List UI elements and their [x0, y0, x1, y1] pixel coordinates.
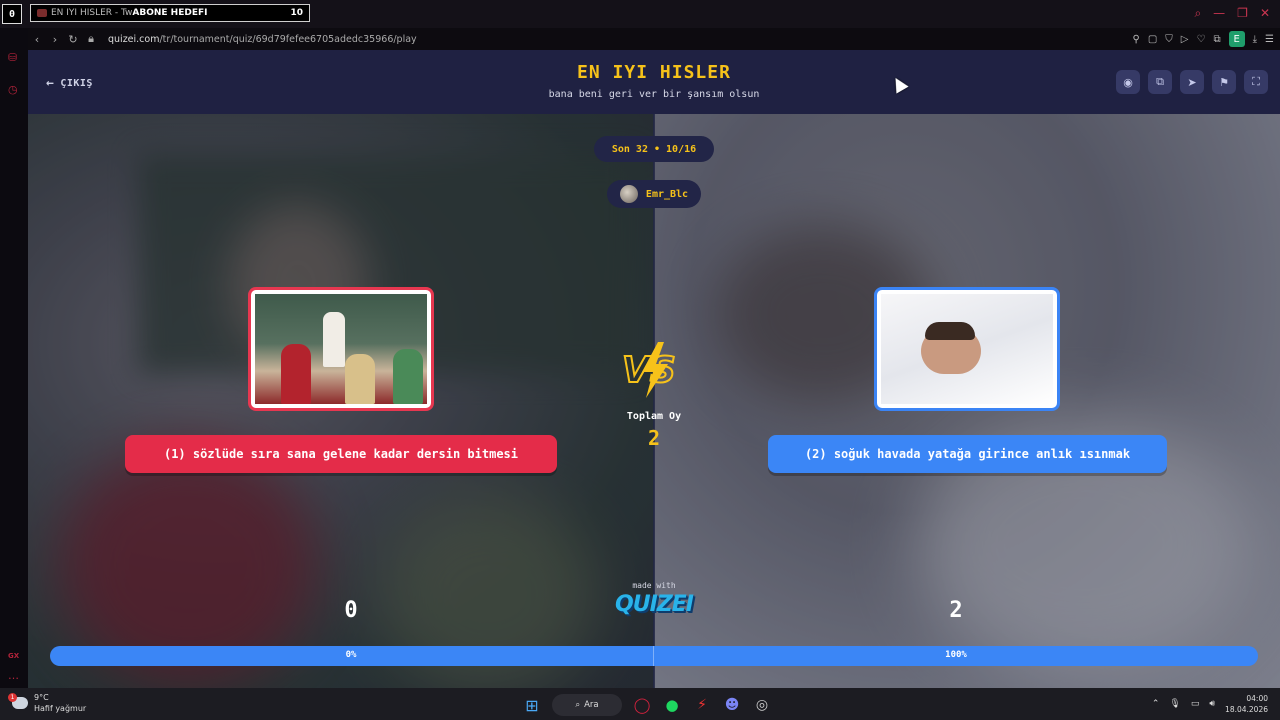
address-bar-actions: ⚲ ▢ ⛉ ▷ ♡ ⧉ E ⤓ ☰ [1133, 31, 1274, 47]
windows-start-icon[interactable]: ⊞ [522, 695, 542, 715]
clock-time: 04:00 [1246, 694, 1268, 703]
lock-icon: 🔒︎ [88, 32, 94, 45]
url-host: quizei.com [108, 33, 160, 45]
pin-icon[interactable]: ⚲ [1133, 34, 1140, 45]
total-votes-value: 2 [647, 426, 661, 450]
clock-date: 18.04.2026 [1225, 705, 1268, 714]
url-field[interactable]: quizei.com/tr/tournament/quiz/69d79fefee… [108, 34, 417, 45]
sidebar-more-icon[interactable]: … [8, 670, 20, 682]
weather-widget[interactable]: 1 9°C Hafif yağmur [8, 692, 87, 714]
left-score: 0 [344, 598, 358, 623]
tab-counter: 10 [290, 8, 303, 18]
send-icon[interactable]: ➤ [1180, 70, 1204, 94]
taskbar-apps: ⊞ ⌕ Ara ◯ ● ⚡︎ ☻ ◎ [522, 694, 772, 716]
favicon-icon [37, 9, 47, 17]
vs-icon: VS [621, 342, 677, 398]
browser-tab[interactable]: EN IYI HISLER - Tw ABONE HEDEFI 10 [30, 4, 310, 22]
menu-icon[interactable]: ☰ [1265, 34, 1274, 45]
volume-icon[interactable]: 🔊︎ [1209, 699, 1215, 709]
sidebar-gaming-icon[interactable]: ⛁ [8, 52, 20, 64]
microphone-icon[interactable]: 🎙︎ [1169, 699, 1180, 709]
share-icon[interactable]: ⧉ [1148, 70, 1172, 94]
clock[interactable]: 04:00 18.04.2026 [1225, 693, 1268, 715]
discord-icon[interactable]: ☻ [722, 695, 742, 715]
page-header: ← ÇIKIŞ EN IYI HISLER bana beni geri ver… [28, 50, 1280, 114]
heart-icon[interactable]: ♡ [1197, 34, 1206, 45]
weather-desc: Hafif yağmur [34, 704, 87, 713]
choice-right-button[interactable]: (2) soğuk havada yatağa girince anlık ıs… [768, 435, 1167, 473]
url-path: /tr/tournament/quiz/69d79fefee6705adedc3… [159, 33, 417, 45]
chevron-up-icon[interactable]: ⌃ [1152, 699, 1160, 709]
close-icon[interactable]: ✕ [1260, 6, 1270, 21]
reload-icon[interactable]: ↻ [64, 33, 82, 46]
extension-e-icon[interactable]: E [1228, 31, 1245, 47]
minimize-icon[interactable]: — [1213, 6, 1225, 21]
browser-tab-strip: 0 EN IYI HISLER - Tw ABONE HEDEFI 10 ⌕ —… [0, 0, 1280, 28]
search-label: Ara [584, 700, 599, 710]
taskbar-search[interactable]: ⌕ Ara [552, 694, 622, 716]
round-badge: Son 32 • 10/16 [594, 136, 714, 162]
choice-left-image[interactable] [248, 287, 434, 411]
restore-icon[interactable]: ❐ [1237, 6, 1248, 21]
total-votes-label: Toplam Oy [626, 411, 682, 422]
system-tray: ⌃ 🎙︎ ▭ 🔊︎ 04:00 18.04.2026 [1152, 693, 1268, 715]
vote-progress-bar: 0% 100% [50, 646, 1258, 666]
spotify-icon[interactable]: ● [662, 695, 682, 715]
right-score: 2 [949, 598, 963, 623]
snapshot-icon[interactable]: ▢ [1148, 34, 1157, 45]
eye-icon[interactable]: ◉ [1116, 70, 1140, 94]
made-with-label: made with [632, 581, 676, 590]
download-icon[interactable]: ⤓ [1253, 34, 1257, 45]
steam-icon[interactable]: ◎ [752, 695, 772, 715]
page-subtitle: bana beni geri ver bir şansım olsun [548, 89, 760, 100]
temperature: 9°C [34, 693, 49, 702]
choice-left-button[interactable]: (1) sözlüde sıra sana gelene kadar dersi… [125, 435, 557, 473]
sidebar-history-icon[interactable]: ◷ [8, 84, 20, 96]
extensions-icon[interactable]: ⧉ [1213, 34, 1220, 45]
tab-title-overlay: ABONE HEDEFI [132, 8, 208, 18]
page-title: EN IYI HISLER [577, 62, 731, 83]
app-bolt-icon[interactable]: ⚡︎ [692, 695, 712, 715]
opera-gx-icon[interactable]: ◯ [632, 695, 652, 715]
search-icon: ⌕ [575, 700, 581, 710]
cloud-rain-icon: 1 [8, 693, 28, 709]
flag-icon[interactable]: ⚑ [1212, 70, 1236, 94]
notification-badge: 1 [8, 693, 17, 702]
window-controls: ⌕ — ❐ ✕ [1194, 6, 1270, 21]
search-icon[interactable]: ⌕ [1194, 6, 1201, 21]
browser-sidebar: ⛁ ◷ GX … [0, 28, 28, 688]
choice-right-image[interactable] [874, 287, 1060, 411]
monitor-icon[interactable]: ▭ [1191, 699, 1200, 709]
username: Emr_Blc [645, 188, 689, 200]
taskbar: 1 9°C Hafif yağmur ⊞ ⌕ Ara ◯ ● ⚡︎ ☻ ◎ ⌃ 🎙… [0, 688, 1280, 720]
back-icon[interactable]: ‹ [28, 33, 46, 46]
play-icon[interactable]: ▷ [1181, 34, 1189, 45]
quiz-page: ← ÇIKIŞ EN IYI HISLER bana beni geri ver… [28, 50, 1280, 688]
left-percent: 0% [345, 650, 357, 660]
tab-title: EN IYI HISLER - Tw [51, 8, 133, 18]
avatar [619, 185, 638, 203]
user-badge[interactable]: Emr_Blc [607, 180, 701, 208]
tab-count-badge[interactable]: 0 [2, 4, 22, 24]
address-bar: ‹ › ↻ 🔒︎ quizei.com/tr/tournament/quiz/6… [28, 28, 1280, 50]
shield-icon[interactable]: ⛉ [1165, 34, 1173, 45]
sidebar-gx-label[interactable]: GX [8, 650, 20, 662]
header-actions: ◉ ⧉ ➤ ⚑ ⛶ [1116, 70, 1268, 94]
quizei-logo[interactable]: QUIZEI [594, 592, 714, 617]
fullscreen-icon[interactable]: ⛶ [1244, 70, 1268, 94]
right-percent: 100% [945, 650, 967, 660]
forward-icon[interactable]: › [46, 33, 64, 46]
